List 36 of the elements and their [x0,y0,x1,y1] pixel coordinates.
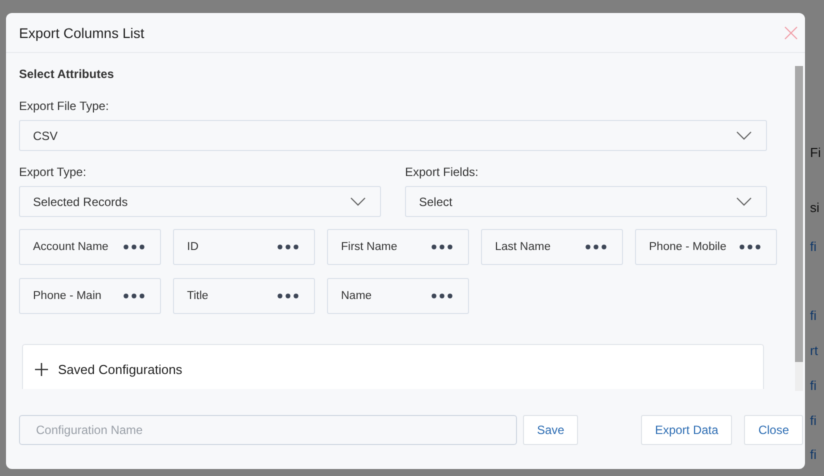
more-icon[interactable] [277,244,299,250]
column-chip[interactable]: Last Name [481,229,623,265]
scrollbar[interactable] [795,66,803,391]
dropdown[interactable]: Select [405,186,767,217]
more-icon[interactable] [585,244,607,250]
field-label: Export Fields: [405,165,480,179]
field-label: Export File Type: [19,99,110,113]
dialog-title: Export Columns List [19,24,144,40]
accordion-header[interactable]: Saved Configurations [23,345,182,377]
save-button[interactable]: Save [523,415,578,445]
chevron-down-icon [736,197,752,206]
dropdown[interactable]: CSV [19,120,767,151]
column-chip[interactable]: Name [327,278,469,314]
text-fragment: Fi [810,146,822,160]
field-label: Export Type: [19,165,88,179]
chevron-down-icon [350,197,366,206]
chevron-down-icon [736,131,752,140]
column-chip[interactable]: Title [173,278,315,314]
column-chip[interactable]: ID [173,229,315,265]
more-icon[interactable] [739,244,761,250]
more-icon[interactable] [123,293,145,299]
text-fragment: si [810,201,820,215]
more-icon[interactable] [123,244,145,250]
column-chip[interactable]: Account Name [19,229,161,265]
more-icon[interactable] [431,244,453,250]
plus-icon [35,363,48,376]
more-icon[interactable] [431,293,453,299]
more-icon[interactable] [277,293,299,299]
configuration-name-field[interactable]: Configuration Name [19,415,517,445]
column-chip[interactable]: Phone - Mobile [635,229,777,265]
close-button[interactable]: Close [744,415,803,445]
column-chip[interactable]: Phone - Main [19,278,161,314]
section-title: Select Attributes [19,67,115,81]
column-chip[interactable]: First Name [327,229,469,265]
dropdown[interactable]: Selected Records [19,186,381,217]
export-data-button[interactable]: Export Data [640,415,732,445]
